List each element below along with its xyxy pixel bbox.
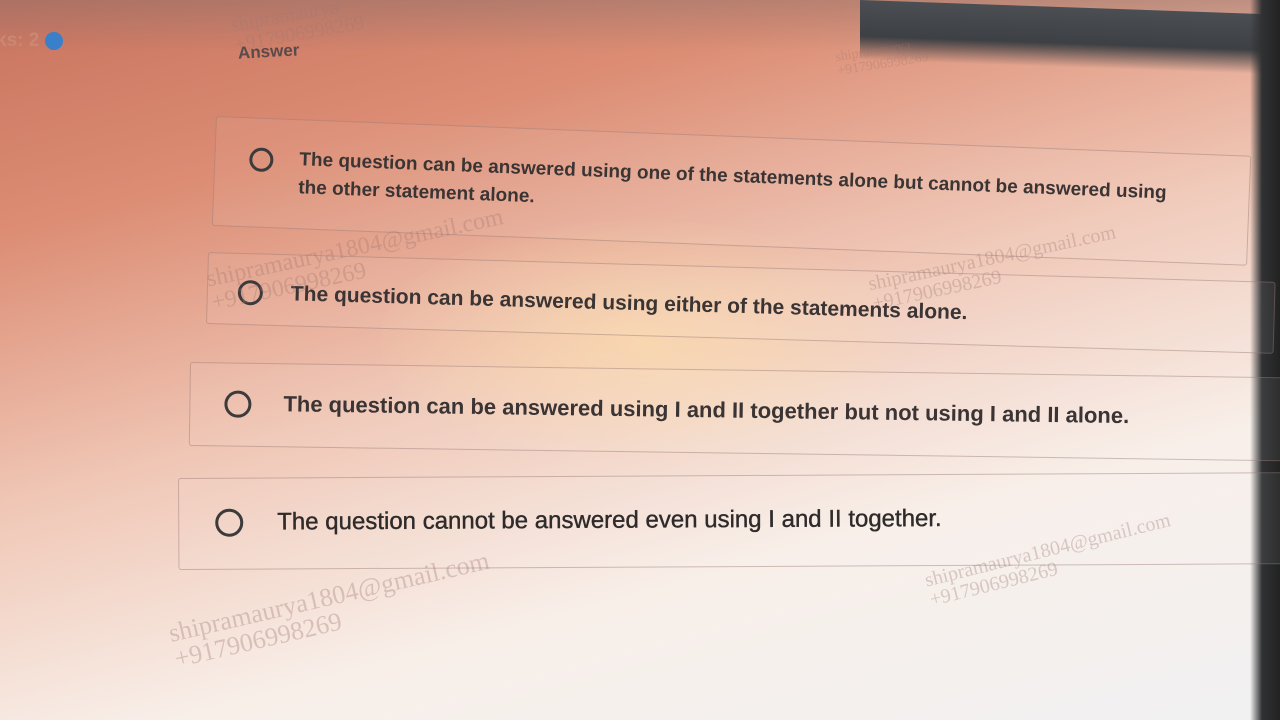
answer-option-label: The question can be answered using I and… (283, 391, 1130, 429)
answer-option-1[interactable]: The question can be answered using one o… (211, 116, 1252, 266)
radio-button-icon[interactable] (224, 390, 252, 418)
answer-option-3[interactable]: The question can be answered using I and… (188, 362, 1280, 462)
radio-button-icon[interactable] (248, 147, 274, 173)
answer-option-label: The question can be answered using eithe… (290, 282, 968, 325)
answer-options: The question can be answered using one o… (0, 0, 1280, 720)
answer-option-label: The question can be answered using one o… (297, 149, 1167, 207)
answer-option-label: The question cannot be answered even usi… (277, 505, 942, 536)
radio-button-icon[interactable] (237, 279, 264, 306)
radio-button-icon[interactable] (215, 508, 244, 537)
answer-option-4[interactable]: The question cannot be answered even usi… (178, 472, 1280, 570)
answer-option-2[interactable]: The question can be answered using eithe… (205, 252, 1276, 354)
